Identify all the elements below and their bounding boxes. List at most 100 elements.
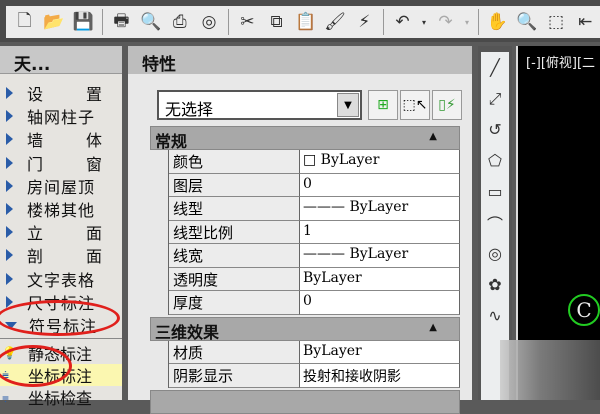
char: 墙 [27, 131, 45, 151]
property-value[interactable]: 0 [300, 173, 460, 197]
property-row[interactable]: 线型比例 1 [168, 220, 460, 244]
property-row[interactable]: 线宽 ——— ByLayer [168, 244, 460, 268]
property-row[interactable]: 厚度 0 [168, 291, 460, 315]
menu-item-label: 轴网柱子 [27, 108, 96, 128]
property-row[interactable]: 透明度 ByLayer [168, 267, 460, 291]
copy-icon[interactable]: ⧉ [265, 10, 288, 34]
menu-item[interactable]: 尺寸标注 [0, 291, 122, 313]
coordinate-annotation-icon: ⩧ [2, 367, 10, 382]
cut-icon[interactable]: ✂ [236, 10, 259, 34]
separator [382, 9, 384, 35]
polygon-icon[interactable]: ⬠ [481, 145, 509, 176]
property-value[interactable]: ——— ByLayer [300, 244, 460, 268]
submenu-item[interactable]: ⩦ 坐标检查 [0, 386, 122, 408]
section-header[interactable]: 常规 ▲ [150, 126, 460, 151]
property-value[interactable]: ByLayer [300, 267, 460, 291]
property-row[interactable]: 线型 ——— ByLayer [168, 197, 460, 221]
menu-item[interactable]: 立面立面 [0, 221, 122, 243]
open-folder-icon[interactable]: 📂 [42, 10, 65, 34]
property-value[interactable]: 投射和接收阴影 [300, 364, 460, 388]
menu-item[interactable]: 门窗门窗 [0, 152, 122, 174]
char: 设 [27, 85, 45, 104]
chevron-down-icon[interactable]: ▾ [420, 10, 428, 34]
submenu-item-label: 静态标注 [28, 345, 93, 364]
chevron-right-icon [6, 156, 13, 169]
toggle-pickadd-button[interactable]: ⊞ [368, 90, 398, 120]
property-row[interactable]: 颜色 □ ByLayer [168, 150, 460, 174]
chevron-down-icon[interactable]: ▾ [463, 10, 471, 34]
redo-icon[interactable]: ↷ [434, 10, 457, 34]
property-value[interactable]: 1 [300, 220, 460, 244]
separator [227, 9, 229, 35]
menu-item[interactable]: 房间屋顶 [0, 175, 122, 197]
pan-icon[interactable]: ✋ [486, 10, 509, 34]
revision-cloud-icon[interactable]: ✿ [481, 269, 509, 300]
ucs-icon: C [568, 294, 600, 326]
property-row[interactable]: 材质 ByLayer [168, 340, 460, 364]
selection-dropdown[interactable]: 无选择 ▼ [157, 90, 362, 120]
section-title: 常规 [155, 132, 188, 151]
section-title: 三维效果 [155, 322, 220, 342]
construction-line-icon[interactable]: ⤢ [481, 83, 509, 114]
property-row[interactable]: 阴影显示 投射和接收阴影 [168, 364, 460, 388]
collapse-icon[interactable]: ▲ [429, 322, 437, 333]
new-file-icon[interactable]: 🗋 [13, 10, 36, 34]
menu-item[interactable]: 墙体墙体 [0, 128, 122, 150]
chevron-down-icon [5, 321, 17, 329]
section-header[interactable]: 三维效果 ▲ [150, 316, 460, 342]
zoom-realtime-icon[interactable]: 🔍 [515, 10, 538, 34]
zoom-previous-icon[interactable]: ⇤ [574, 10, 597, 34]
save-icon[interactable]: 💾 [72, 10, 95, 34]
submenu-item[interactable]: 💡 静态标注 [0, 342, 122, 364]
spline-icon[interactable]: ∿ [481, 300, 509, 331]
property-value[interactable]: □ ByLayer [300, 150, 460, 174]
chevron-right-icon [6, 133, 13, 146]
3d-dwf-icon[interactable]: ◎ [197, 10, 220, 34]
quick-select-button[interactable]: ▯⚡ [432, 90, 462, 120]
chevron-right-icon [6, 295, 13, 308]
property-name: 线型 [169, 197, 300, 221]
label-wrap: 设置设置 [27, 81, 103, 105]
selection-value: 无选择 [165, 100, 214, 119]
property-value[interactable]: ——— ByLayer [300, 197, 460, 221]
print-preview-icon[interactable]: 🔍 [139, 10, 162, 34]
menu-item[interactable]: 楼梯其他 [0, 198, 122, 220]
polyline-icon[interactable]: ↺ [481, 114, 509, 145]
menu-item-label: 房间屋顶 [27, 177, 96, 197]
property-value[interactable]: 0 [300, 291, 460, 315]
undo-icon[interactable]: ↶ [391, 10, 414, 34]
label-wrap: 房间屋顶 [27, 174, 103, 198]
line-icon[interactable]: ╱ [481, 52, 509, 83]
collapse-icon[interactable]: ▲ [429, 131, 437, 142]
menu-item-label: 楼梯其他 [27, 201, 96, 220]
menu-item[interactable]: 轴网柱子 [0, 105, 122, 127]
section-header[interactable] [150, 389, 460, 414]
select-objects-button[interactable]: ⬚↖ [400, 90, 430, 120]
menu-item[interactable]: 剖面剖面 [0, 244, 122, 266]
char: 立 [27, 224, 45, 244]
match-properties-icon[interactable]: 🖌 [323, 10, 346, 34]
menu-item[interactable]: 文字表格 [0, 268, 122, 290]
property-value[interactable]: ByLayer [300, 340, 460, 364]
publish-icon[interactable]: ⎙ [168, 10, 191, 34]
block-editor-icon[interactable]: ⚡ [353, 10, 376, 34]
property-row[interactable]: 图层 0 [168, 173, 460, 197]
chevron-right-icon [6, 226, 13, 239]
arc-icon[interactable]: ⌒ [481, 207, 509, 238]
menu-item[interactable]: 符号标注 [0, 314, 122, 336]
char: 窗 [85, 154, 103, 174]
circle-icon[interactable]: ◎ [481, 238, 509, 269]
submenu-item[interactable]: ⩧ 坐标标注 [0, 364, 122, 386]
chevron-down-icon[interactable]: ▼ [337, 93, 359, 117]
rectangle-icon[interactable]: ▭ [481, 176, 509, 207]
viewport-controls[interactable]: [-][俯视][二 [526, 52, 595, 71]
quick-select-icon: ▯⚡ [438, 97, 456, 113]
zoom-window-icon[interactable]: ⬚ [544, 10, 567, 34]
label-wrap: 门窗门窗 [27, 151, 103, 175]
menu-item-label: 文字表格 [27, 270, 96, 290]
label-wrap: 墙体墙体 [27, 127, 103, 151]
paste-icon[interactable]: 📋 [294, 10, 317, 34]
print-icon[interactable]: 🖶 [110, 10, 133, 34]
submenu-item-label: 坐标检查 [28, 389, 93, 408]
menu-item[interactable]: 设置设置 [0, 82, 122, 104]
